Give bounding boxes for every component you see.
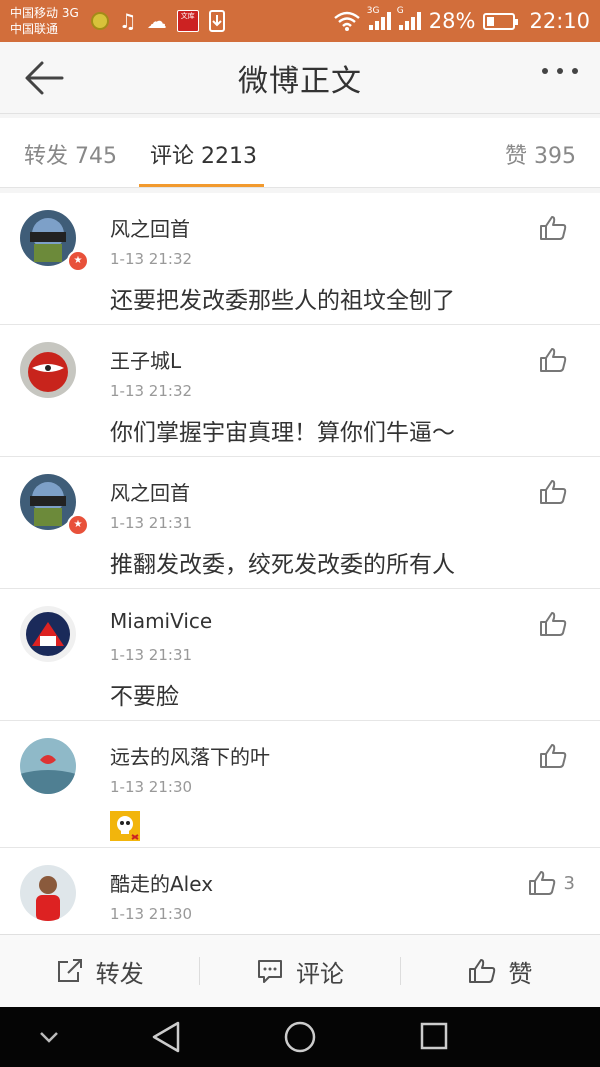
avatar[interactable] xyxy=(20,865,76,921)
like-post-button[interactable]: 赞 xyxy=(401,935,600,1007)
nav-recents-icon[interactable] xyxy=(418,1020,450,1052)
like-button[interactable] xyxy=(539,743,575,769)
comment-item[interactable]: 远去的风落下的叶 1-13 21:30 xyxy=(0,721,600,848)
like-button[interactable] xyxy=(539,215,575,241)
avatar[interactable] xyxy=(20,606,76,662)
signal-icon-sim1: 3G xyxy=(367,6,391,30)
comment-button[interactable]: 评论 xyxy=(200,935,399,1007)
carrier-info: 中国移动 3G 中国联通 xyxy=(10,5,79,37)
thumbs-up-icon xyxy=(540,216,567,240)
wifi-icon xyxy=(334,11,360,31)
signal-icon-sim2: G xyxy=(397,6,421,30)
like-button[interactable] xyxy=(539,611,575,637)
share-icon xyxy=(57,959,82,982)
like-label: 赞 xyxy=(508,959,533,988)
commenter-name[interactable]: 风之回首 xyxy=(110,477,190,506)
chevron-down-icon[interactable] xyxy=(38,1029,60,1045)
top-app-bar: 微博正文 xyxy=(0,42,600,114)
tab-likes[interactable]: 赞 395 xyxy=(505,138,576,170)
more-dots-icon xyxy=(542,68,548,74)
comment-text: 还要把发改委那些人的祖坟全刨了 xyxy=(110,288,455,314)
carrier-2: 中国联通 xyxy=(10,22,59,36)
system-nav-bar xyxy=(0,1007,600,1067)
avatar[interactable] xyxy=(20,342,76,398)
comment-label: 评论 xyxy=(295,959,344,988)
comment-time: 1-13 21:30 xyxy=(110,905,193,923)
music-icon: ♫ xyxy=(118,9,137,33)
detail-tabs: 转发 745 评论 2213 赞 395 xyxy=(0,118,600,188)
comment-time: 1-13 21:32 xyxy=(110,250,193,268)
like-button[interactable] xyxy=(539,479,575,505)
page-title: 微博正文 xyxy=(238,63,362,99)
comment-time: 1-13 21:32 xyxy=(110,382,193,400)
verified-badge-icon: ★ xyxy=(67,250,89,272)
verified-badge-icon: ★ xyxy=(67,514,89,536)
back-arrow-icon xyxy=(25,61,64,95)
comment-item[interactable]: ★ 风之回首 1-13 21:32 还要把发改委那些人的祖坟全刨了 xyxy=(0,193,600,325)
comment-icon xyxy=(257,960,282,983)
tab-reposts[interactable]: 转发 745 xyxy=(24,138,117,170)
thumbs-up-icon xyxy=(540,744,567,768)
active-tab-indicator xyxy=(139,184,264,187)
avatar[interactable] xyxy=(20,738,76,794)
thumbs-up-icon xyxy=(540,612,567,636)
clock: 22:10 xyxy=(529,9,590,33)
thumbs-up-icon xyxy=(469,959,496,983)
skull-emoji-icon xyxy=(110,811,140,841)
wenku-notification-icon: 文库 xyxy=(176,10,199,32)
commenter-name[interactable]: MiamiVice xyxy=(110,609,212,633)
app-notification-icon xyxy=(90,12,109,30)
commenter-name[interactable]: 风之回首 xyxy=(110,213,190,242)
comment-item[interactable]: ★ 风之回首 1-13 21:31 推翻发改委，绞死发改委的所有人 xyxy=(0,457,600,589)
thumbs-up-icon xyxy=(540,480,567,504)
battery-icon xyxy=(483,12,519,30)
repost-label: 转发 xyxy=(95,959,144,988)
comment-text: 你们掌握宇宙真理！算你们牛逼～ xyxy=(110,420,455,446)
comment-item[interactable]: MiamiVice 1-13 21:31 不要脸 xyxy=(0,589,600,721)
comment-item[interactable]: 酷走的Alex 1-13 21:30 3 xyxy=(0,848,600,936)
tab-comments[interactable]: 评论 2213 xyxy=(150,138,257,170)
more-options-button[interactable] xyxy=(542,68,578,74)
commenter-name[interactable]: 王子城L xyxy=(110,345,181,374)
battery-percent: 28% xyxy=(428,9,476,33)
thumbs-up-icon xyxy=(528,871,555,895)
nav-back-icon[interactable] xyxy=(150,1020,182,1054)
comment-time: 1-13 21:31 xyxy=(110,646,193,664)
back-button[interactable] xyxy=(22,58,70,98)
repost-button[interactable]: 转发 xyxy=(0,935,199,1007)
comment-list[interactable]: ★ 风之回首 1-13 21:32 还要把发改委那些人的祖坟全刨了 王子城L 1… xyxy=(0,193,600,936)
like-button[interactable]: 3 xyxy=(528,870,575,896)
comment-text: 推翻发改委，绞死发改委的所有人 xyxy=(110,552,455,578)
commenter-name[interactable]: 酷走的Alex xyxy=(110,868,213,897)
comment-item[interactable]: 王子城L 1-13 21:32 你们掌握宇宙真理！算你们牛逼～ xyxy=(0,325,600,457)
bottom-action-bar: 转发 评论 赞 xyxy=(0,934,600,1007)
comment-time: 1-13 21:31 xyxy=(110,514,193,532)
comment-text: 不要脸 xyxy=(110,684,179,710)
nav-home-icon[interactable] xyxy=(283,1020,317,1054)
status-bar: 中国移动 3G 中国联通 ♫ ☁ 文库 3G G 28% 22:10 xyxy=(0,0,600,42)
cloud-icon: ☁ xyxy=(146,9,167,33)
thumbs-up-icon xyxy=(540,348,567,372)
download-icon xyxy=(208,10,225,32)
like-count: 3 xyxy=(563,872,575,894)
notification-icons: ♫ ☁ 文库 xyxy=(90,9,225,33)
like-button[interactable] xyxy=(539,347,575,373)
comment-time: 1-13 21:30 xyxy=(110,778,193,796)
commenter-name[interactable]: 远去的风落下的叶 xyxy=(110,741,270,770)
carrier-1: 中国移动 3G xyxy=(10,6,79,20)
